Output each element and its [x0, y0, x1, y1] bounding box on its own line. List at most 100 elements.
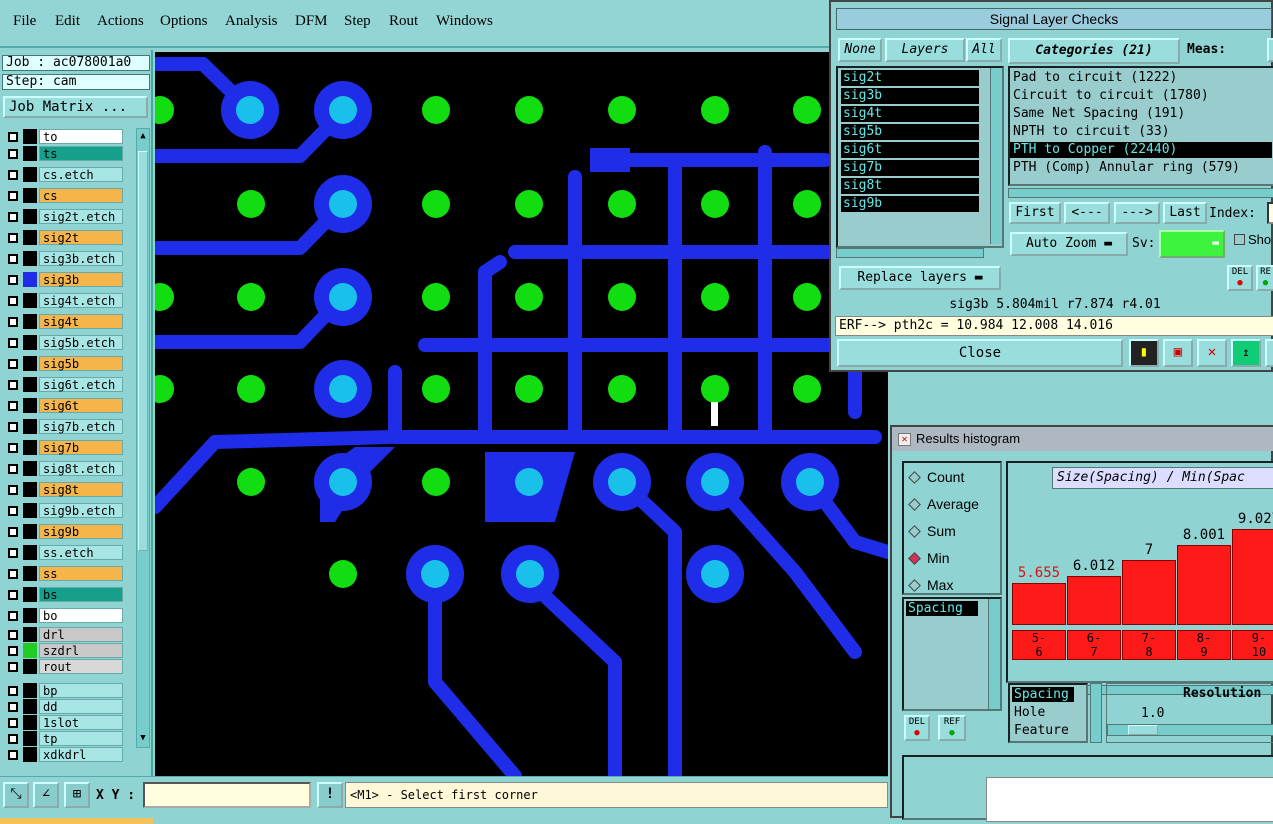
bottom-item-feature[interactable]: Feature	[1014, 723, 1069, 738]
alert-icon[interactable]: !	[317, 782, 343, 808]
layer-name[interactable]: tp	[39, 731, 123, 746]
layer-row[interactable]: cs	[3, 187, 123, 204]
layer-row[interactable]: sig6t.etch	[3, 376, 123, 393]
meas-dropdown[interactable]	[1267, 38, 1273, 62]
check-layer-item[interactable]: sig5b	[841, 124, 979, 140]
layer-checkbox[interactable]	[8, 401, 18, 411]
menu-windows[interactable]: Windows	[436, 13, 493, 30]
layer-checkbox[interactable]	[8, 702, 18, 712]
categories-hscroll[interactable]	[1008, 188, 1273, 198]
layer-checkbox[interactable]	[8, 506, 18, 516]
layer-checkbox[interactable]	[8, 149, 18, 159]
pcb-graphics-canvas[interactable]	[155, 52, 888, 776]
menu-rout[interactable]: Rout	[389, 13, 418, 30]
layer-row[interactable]: bo	[3, 607, 123, 624]
category-item[interactable]: PTH to Copper (22440)	[1010, 142, 1272, 158]
layer-name[interactable]: sig2t	[39, 230, 123, 245]
layer-list-vscroll[interactable]	[990, 68, 1002, 244]
severity-color-dropdown[interactable]: ▬	[1159, 230, 1225, 258]
layer-select-list[interactable]: sig2t sig3b sig4t sig5b sig6t sig7b sig8t sig9b	[836, 66, 1004, 248]
layer-color-swatch[interactable]	[23, 683, 37, 698]
index-input[interactable]	[1267, 202, 1273, 224]
layer-name[interactable]: sig9b.etch	[39, 503, 123, 518]
menu-dfm[interactable]: DFM	[295, 13, 328, 30]
layer-checkbox[interactable]	[8, 212, 18, 222]
layer-name[interactable]: sig2t.etch	[39, 209, 123, 224]
layer-name[interactable]: drl	[39, 627, 123, 642]
layer-name[interactable]: sig5b.etch	[39, 335, 123, 350]
histogram-bar[interactable]	[1232, 529, 1273, 625]
layer-row[interactable]: sig8t	[3, 481, 123, 498]
layer-row[interactable]: sig8t.etch	[3, 460, 123, 477]
layer-row[interactable]: szdrl	[3, 642, 123, 659]
layer-color-swatch[interactable]	[23, 715, 37, 730]
layer-color-swatch[interactable]	[23, 314, 37, 329]
layer-color-swatch[interactable]	[23, 482, 37, 497]
category-item[interactable]: Same Net Spacing (191)	[1013, 106, 1185, 122]
del-button[interactable]: DEL ●	[1227, 265, 1253, 291]
layer-list-scrollbar[interactable]: ▲ ▼	[136, 128, 150, 748]
angle-tool-icon[interactable]: ∠	[33, 782, 59, 808]
bottom-item-hole[interactable]: Hole	[1014, 705, 1045, 720]
scroll-down-icon[interactable]: ▼	[138, 733, 148, 743]
menu-edit[interactable]: Edit	[55, 13, 80, 30]
check-layer-item[interactable]: sig9b	[841, 196, 979, 212]
layer-name[interactable]: to	[39, 129, 123, 144]
all-button[interactable]: All	[966, 38, 1002, 62]
layer-name[interactable]: sig7b.etch	[39, 419, 123, 434]
layer-row[interactable]: bs	[3, 586, 123, 603]
layer-name[interactable]: sig6t.etch	[39, 377, 123, 392]
layer-color-swatch[interactable]	[23, 545, 37, 560]
layer-checkbox[interactable]	[8, 464, 18, 474]
layer-color-swatch[interactable]	[23, 659, 37, 674]
layer-checkbox[interactable]	[8, 527, 18, 537]
layer-row[interactable]: dd	[3, 698, 123, 715]
menu-options[interactable]: Options	[160, 13, 208, 30]
job-matrix-button[interactable]: Job Matrix ...	[3, 96, 148, 118]
layer-row[interactable]: sig7b.etch	[3, 418, 123, 435]
layer-name[interactable]: cs.etch	[39, 167, 123, 182]
first-button[interactable]: First	[1009, 202, 1061, 224]
report-tool-icon[interactable]: ▣	[1163, 339, 1193, 367]
layer-name[interactable]: sig3b.etch	[39, 251, 123, 266]
layer-checkbox[interactable]	[8, 569, 18, 579]
menu-analysis[interactable]: Analysis	[225, 13, 278, 30]
layer-name[interactable]: sig8t.etch	[39, 461, 123, 476]
layer-color-swatch[interactable]	[23, 461, 37, 476]
bottom-item-spacing[interactable]: Spacing	[1012, 687, 1074, 702]
layer-checkbox[interactable]	[8, 275, 18, 285]
check-layer-item[interactable]: sig6t	[841, 142, 979, 158]
layer-color-swatch[interactable]	[23, 643, 37, 658]
layer-name[interactable]: dd	[39, 699, 123, 714]
layer-color-swatch[interactable]	[23, 188, 37, 203]
layer-color-swatch[interactable]	[23, 419, 37, 434]
layer-color-swatch[interactable]	[23, 272, 37, 287]
layer-color-swatch[interactable]	[23, 627, 37, 642]
layer-checkbox[interactable]	[8, 132, 18, 142]
scroll-thumb[interactable]	[138, 151, 148, 551]
histo-ref-button[interactable]: REF ●	[938, 715, 966, 741]
layer-name[interactable]: sig4t.etch	[39, 293, 123, 308]
check-layer-item[interactable]: sig2t	[841, 70, 979, 86]
layer-name[interactable]: bp	[39, 683, 123, 698]
layer-color-swatch[interactable]	[23, 230, 37, 245]
layer-row[interactable]: sig7b	[3, 439, 123, 456]
layer-color-swatch[interactable]	[23, 608, 37, 623]
histogram-bar[interactable]	[1122, 560, 1176, 625]
layer-checkbox[interactable]	[8, 548, 18, 558]
layer-color-swatch[interactable]	[23, 699, 37, 714]
layer-checkbox[interactable]	[8, 734, 18, 744]
layer-color-swatch[interactable]	[23, 587, 37, 602]
cancel-tool-icon[interactable]: ✕	[1197, 339, 1227, 367]
layer-name[interactable]: sig3b	[39, 272, 123, 287]
export-tool-icon[interactable]: ↥	[1231, 339, 1261, 367]
histogram-bar[interactable]	[1012, 583, 1066, 625]
layer-color-swatch[interactable]	[23, 356, 37, 371]
layer-row[interactable]: sig9b	[3, 523, 123, 540]
layer-name[interactable]: sig9b	[39, 524, 123, 539]
layer-color-swatch[interactable]	[23, 440, 37, 455]
categories-button[interactable]: Categories (21)	[1008, 38, 1180, 64]
layer-name[interactable]: xdkdrl	[39, 747, 123, 762]
show-checkbox[interactable]	[1234, 234, 1245, 245]
auto-zoom-button[interactable]: Auto Zoom ▬	[1010, 232, 1128, 256]
